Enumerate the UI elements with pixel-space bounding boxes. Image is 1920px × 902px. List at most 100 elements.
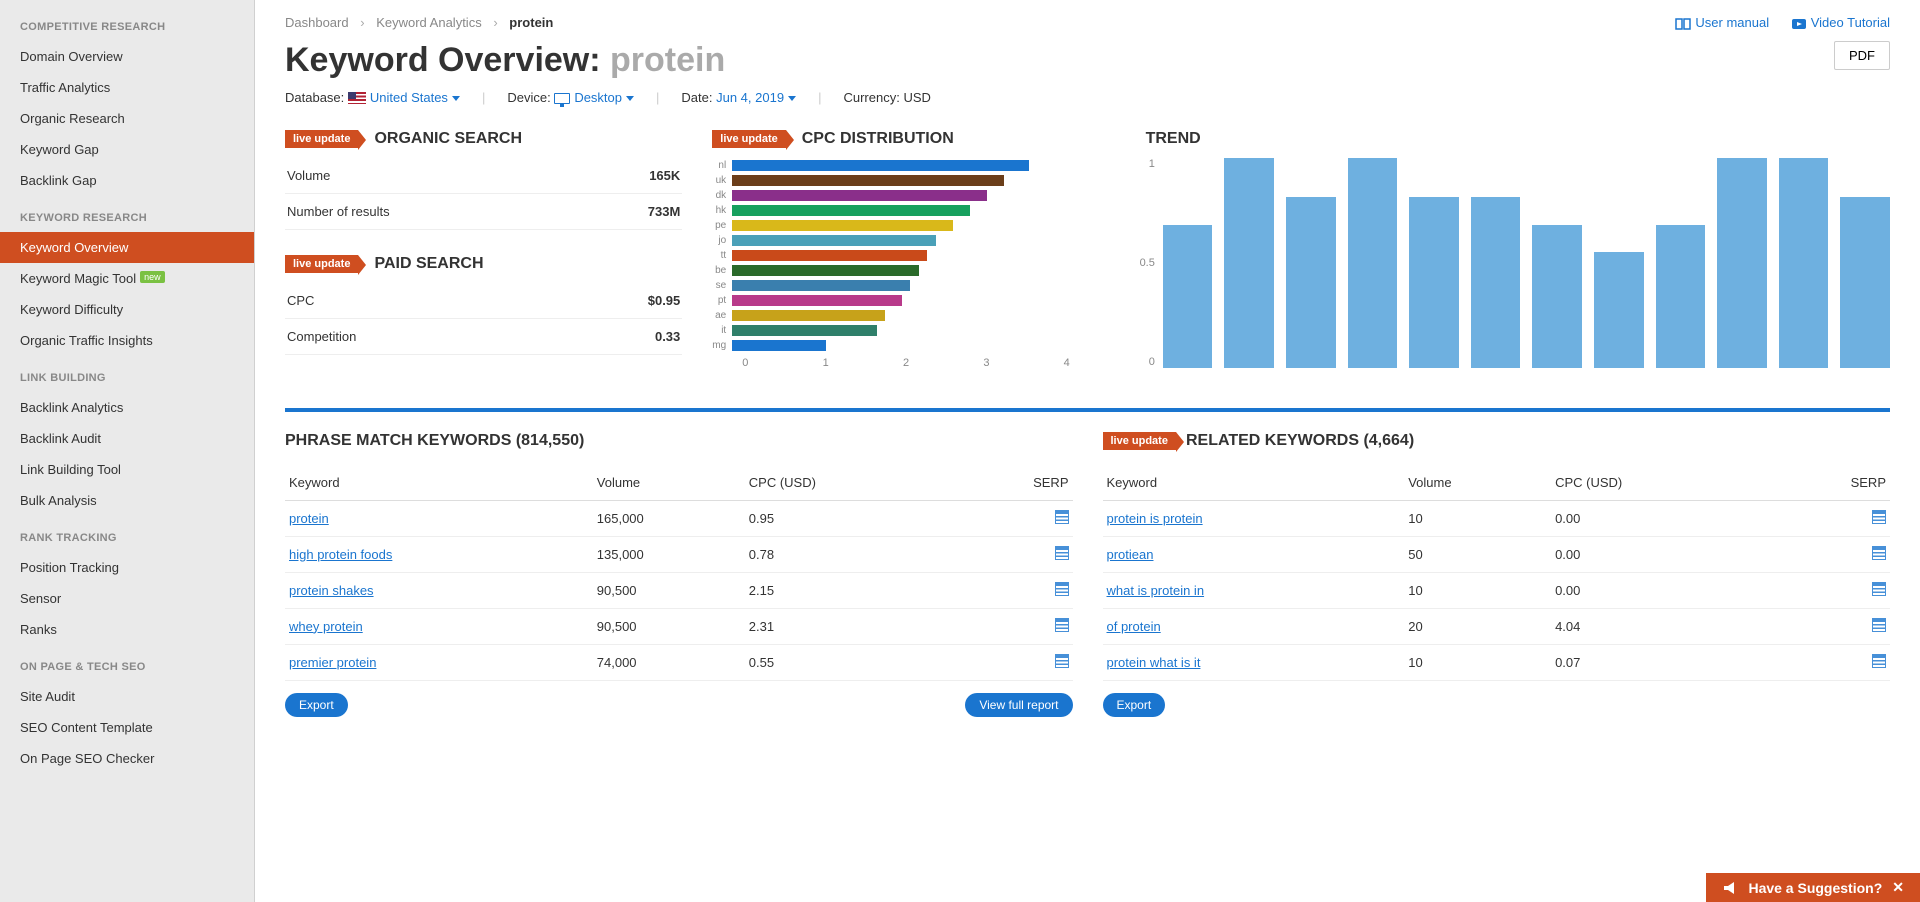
sidebar-item[interactable]: SEO Content Template (0, 712, 254, 743)
sidebar-item[interactable]: Organic Traffic Insights (0, 325, 254, 356)
paid-title: PAID SEARCH (374, 255, 483, 273)
sidebar-item[interactable]: Ranks (0, 614, 254, 645)
filters-bar: Database: United States | Device: Deskto… (285, 90, 1890, 105)
serp-icon[interactable] (1055, 546, 1069, 560)
serp-icon[interactable] (1055, 582, 1069, 596)
serp-icon[interactable] (1872, 654, 1886, 668)
trend-bar (1840, 197, 1890, 367)
sidebar-section-header: ON PAGE & TECH SEO (0, 653, 254, 681)
sidebar-item[interactable]: Backlink Analytics (0, 392, 254, 423)
trend-bar (1348, 158, 1398, 368)
phrase-match-title: PHRASE MATCH KEYWORDS (814,550) (285, 432, 1073, 450)
keyword-link[interactable]: protiean (1107, 547, 1154, 562)
sidebar-item[interactable]: Keyword Overview (0, 232, 254, 263)
stat-row: CPC$0.95 (285, 283, 682, 319)
sidebar-item[interactable]: Site Audit (0, 681, 254, 712)
megaphone-icon (1722, 881, 1738, 895)
related-title: RELATED KEYWORDS (4,664) (1186, 432, 1414, 450)
sidebar-item[interactable]: Domain Overview (0, 41, 254, 72)
table-row: protein165,0000.95 (285, 500, 1073, 536)
sidebar-item[interactable]: Backlink Audit (0, 423, 254, 454)
video-tutorial-link[interactable]: Video Tutorial (1791, 15, 1890, 30)
breadcrumb-item[interactable]: Keyword Analytics (376, 15, 482, 30)
export-button[interactable]: Export (285, 693, 348, 717)
view-full-report-button[interactable]: View full report (965, 693, 1072, 717)
keyword-link[interactable]: of protein (1107, 619, 1161, 634)
serp-icon[interactable] (1055, 654, 1069, 668)
cpc-bar (732, 280, 910, 291)
table-row: high protein foods135,0000.78 (285, 536, 1073, 572)
cpc-chart: nlukdkhkpejottbeseptaeitmg (712, 158, 1109, 353)
sidebar-item[interactable]: Backlink Gap (0, 165, 254, 196)
keyword-link[interactable]: high protein foods (289, 547, 392, 562)
sidebar: COMPETITIVE RESEARCHDomain OverviewTraff… (0, 0, 255, 902)
sidebar-item[interactable]: Sensor (0, 583, 254, 614)
cpc-bar (732, 250, 927, 261)
top-links: User manual Video Tutorial (1657, 15, 1890, 31)
date-selector[interactable]: Jun 4, 2019 (716, 90, 796, 105)
table-row: protein shakes90,5002.15 (285, 572, 1073, 608)
sidebar-item[interactable]: Organic Research (0, 103, 254, 134)
serp-icon[interactable] (1055, 510, 1069, 524)
cpc-xaxis: 01234 (712, 353, 1070, 369)
sidebar-item[interactable]: Link Building Tool (0, 454, 254, 485)
trend-bar (1532, 225, 1582, 368)
breadcrumb-item[interactable]: Dashboard (285, 15, 349, 30)
device-selector[interactable]: Desktop (574, 90, 634, 105)
trend-bar (1656, 225, 1706, 368)
cpc-bar (732, 235, 936, 246)
page-title: PDF Keyword Overview: protein (285, 41, 1890, 80)
sidebar-item[interactable]: On Page SEO Checker (0, 743, 254, 774)
trend-title: TREND (1146, 130, 1201, 148)
desktop-icon (554, 93, 570, 104)
stat-row: Number of results733M (285, 194, 682, 230)
keyword-link[interactable]: protein what is it (1107, 655, 1201, 670)
main-content: Dashboard › Keyword Analytics › protein … (255, 0, 1920, 902)
new-badge: new (140, 271, 165, 283)
database-selector[interactable]: United States (370, 90, 460, 105)
export-button[interactable]: Export (1103, 693, 1166, 717)
breadcrumb: Dashboard › Keyword Analytics › protein (285, 15, 553, 30)
sidebar-item[interactable]: Keyword Gap (0, 134, 254, 165)
serp-icon[interactable] (1055, 618, 1069, 632)
sidebar-item[interactable]: Traffic Analytics (0, 72, 254, 103)
sidebar-item[interactable]: Position Tracking (0, 552, 254, 583)
phrase-match-panel: PHRASE MATCH KEYWORDS (814,550) KeywordV… (285, 432, 1073, 717)
user-manual-link[interactable]: User manual (1675, 15, 1769, 30)
trend-bar (1779, 158, 1829, 368)
sidebar-section-header: RANK TRACKING (0, 524, 254, 552)
sidebar-item[interactable]: Bulk Analysis (0, 485, 254, 516)
cpc-bar (732, 160, 1029, 171)
sidebar-item[interactable]: Keyword Magic Toolnew (0, 263, 254, 294)
organic-paid-panel: live updateORGANIC SEARCH Volume165K Num… (285, 130, 682, 388)
keyword-link[interactable]: protein (289, 511, 329, 526)
trend-chart: 10.50 (1140, 158, 1890, 388)
cpc-panel: live updateCPC DISTRIBUTION nlukdkhkpejo… (712, 130, 1109, 388)
trend-bar (1471, 197, 1521, 367)
sidebar-item[interactable]: Keyword Difficulty (0, 294, 254, 325)
keyword-link[interactable]: what is protein in (1107, 583, 1205, 598)
table-row: protiean500.00 (1103, 536, 1891, 572)
trend-bar (1163, 225, 1213, 368)
serp-icon[interactable] (1872, 618, 1886, 632)
suggestion-bar[interactable]: Have a Suggestion? ✕ (1706, 873, 1920, 902)
sidebar-section-header: LINK BUILDING (0, 364, 254, 392)
serp-icon[interactable] (1872, 546, 1886, 560)
serp-icon[interactable] (1872, 510, 1886, 524)
manual-icon (1675, 17, 1691, 31)
live-badge: live update (285, 130, 358, 148)
close-icon[interactable]: ✕ (1892, 879, 1904, 896)
trend-bar (1409, 197, 1459, 367)
keyword-link[interactable]: whey protein (289, 619, 363, 634)
stat-row: Competition0.33 (285, 319, 682, 355)
table-row: whey protein90,5002.31 (285, 608, 1073, 644)
keyword-link[interactable]: protein shakes (289, 583, 374, 598)
serp-icon[interactable] (1872, 582, 1886, 596)
pdf-button[interactable]: PDF (1834, 41, 1890, 70)
trend-bar (1286, 197, 1336, 367)
breadcrumb-current: protein (509, 15, 553, 30)
trend-bar (1224, 158, 1274, 368)
keyword-link[interactable]: protein is protein (1107, 511, 1203, 526)
keyword-link[interactable]: premier protein (289, 655, 376, 670)
cpc-title: CPC DISTRIBUTION (802, 130, 954, 148)
